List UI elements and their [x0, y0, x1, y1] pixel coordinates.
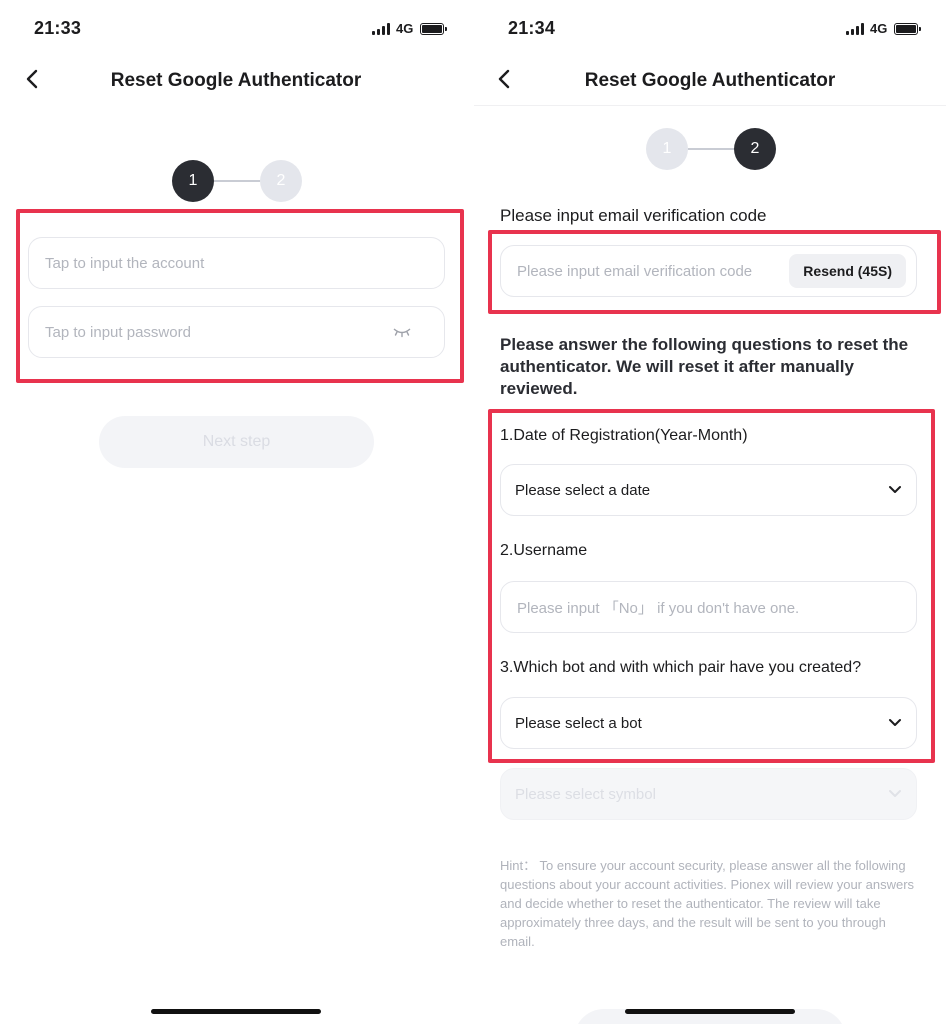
q2-label: 2.Username: [500, 542, 588, 559]
email-code-input[interactable]: Please input email verification code Res…: [500, 245, 917, 297]
step-connector: [688, 148, 734, 150]
network-type: 4G: [870, 21, 888, 36]
bot-select[interactable]: Please select a bot: [500, 697, 917, 749]
status-time: 21:34: [508, 18, 556, 38]
signal-icon: [372, 22, 390, 35]
password-input[interactable]: Tap to input password: [28, 306, 445, 358]
step-1: 1: [646, 128, 688, 170]
email-code-placeholder: Please input email verification code: [517, 262, 753, 280]
q1-label: 1.Date of Registration(Year-Month): [500, 427, 748, 444]
chevron-down-icon: [889, 790, 901, 797]
registration-date-value: Please select a date: [515, 481, 651, 499]
resend-button[interactable]: Resend (45S): [789, 254, 906, 288]
status-time: 21:33: [34, 18, 82, 38]
step-2: 2: [734, 128, 776, 170]
instructions-text: Please answer the following questions to…: [500, 335, 909, 398]
chevron-down-icon: [889, 486, 901, 493]
eye-closed-icon[interactable]: [392, 326, 412, 338]
home-indicator: [151, 1009, 321, 1014]
status-indicators: 4G: [846, 21, 922, 36]
stepper: 1 2: [646, 128, 776, 170]
signal-icon: [846, 22, 864, 35]
nav-divider: [474, 105, 946, 106]
username-placeholder: Please input 「No」 if you don't have one.: [517, 599, 800, 617]
next-step-button[interactable]: Next step: [99, 416, 374, 468]
step-connector: [214, 180, 260, 182]
email-code-label: Please input email verification code: [500, 206, 767, 225]
step-2: 2: [260, 160, 302, 202]
password-placeholder: Tap to input password: [45, 323, 191, 341]
registration-date-select[interactable]: Please select a date: [500, 464, 917, 516]
battery-icon: [420, 22, 448, 35]
account-placeholder: Tap to input the account: [45, 254, 205, 272]
username-input[interactable]: Please input 「No」 if you don't have one.: [500, 581, 917, 633]
page-title: Reset Google Authenticator: [584, 70, 836, 91]
chevron-down-icon: [889, 719, 901, 726]
left-screen: 21:33 4G Reset Google Authenticator 1 2 …: [0, 0, 472, 1024]
battery-icon: [894, 22, 922, 35]
page-title: Reset Google Authenticator: [110, 70, 362, 91]
bot-value: Please select a bot: [515, 714, 642, 732]
hint-text: Hint： To ensure your account security, p…: [500, 858, 915, 949]
symbol-value: Please select symbol: [515, 785, 656, 803]
account-input[interactable]: Tap to input the account: [28, 237, 445, 289]
right-screen: 21:34 4G Reset Google Authenticator 1 2 …: [474, 0, 946, 1024]
network-type: 4G: [396, 21, 414, 36]
q3-label: 3.Which bot and with which pair have you…: [500, 659, 862, 676]
status-indicators: 4G: [372, 21, 448, 36]
symbol-select[interactable]: Please select symbol: [500, 768, 917, 820]
stepper: 1 2: [172, 160, 302, 202]
home-indicator: [625, 1009, 795, 1014]
step-1: 1: [172, 160, 214, 202]
